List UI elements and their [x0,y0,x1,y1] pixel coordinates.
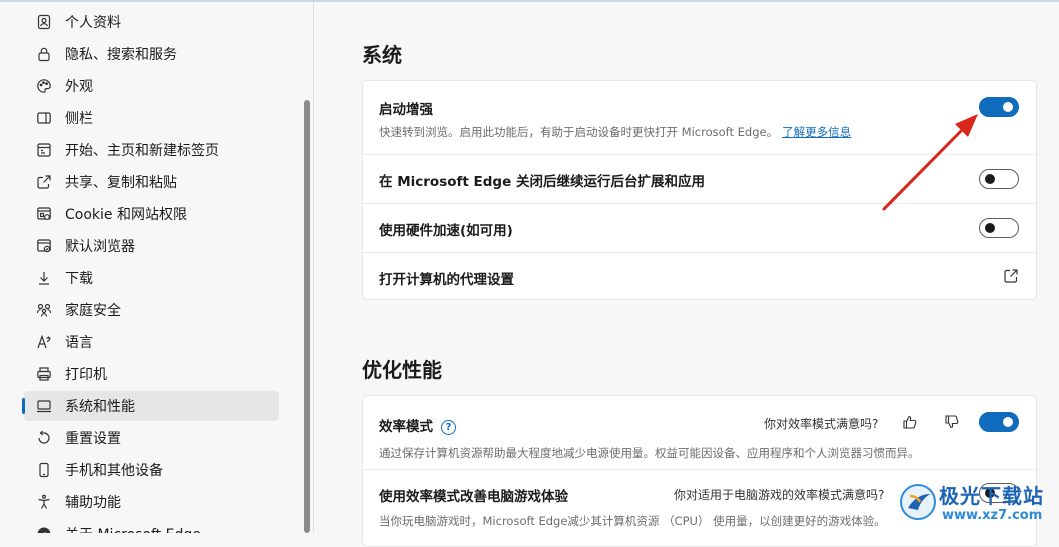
system-settings-card: 启动增强 快速转到浏览。启用此功能后，有助于启动设备时更快打开 Microsof… [362,80,1037,300]
sidebar-icon [35,109,53,127]
edge-icon [35,525,53,533]
toggle-knob [1003,102,1013,112]
gaming-feedback-question: 你对适用于电脑游戏的效率模式满意吗? [674,488,885,502]
sidebar-item-phone[interactable]: 手机和其他设备 [24,455,279,485]
startup-boost-title: 启动增强 [379,102,433,118]
watermark: 极光下载站 www.xz7.com [896,478,1059,530]
watermark-title: 极光下载站 [939,484,1044,508]
lock-icon [35,45,53,63]
sidebar-item-appearance[interactable]: 外观 [24,71,279,101]
sidebar-item-label: 家庭安全 [65,303,121,319]
download-icon [35,269,53,287]
sidebar-item-label: 打印机 [65,367,107,383]
help-icon[interactable]: ? [441,419,456,435]
sidebar-item-printer[interactable]: 打印机 [24,359,279,389]
sidebar-item-label: 共享、复制和粘贴 [65,175,177,191]
sidebar-item-accessibility[interactable]: 辅助功能 [24,487,279,517]
efficiency-feedback-question: 你对效率模式满意吗? [764,417,879,431]
sidebar-item-system[interactable]: 系统和性能 [22,391,279,421]
palette-icon [35,77,53,95]
sidebar-item-label: 侧栏 [65,111,93,127]
hardware-accel-title: 使用硬件加速(如可用) [379,223,513,239]
sidebar-item-label: Cookie 和网站权限 [65,207,187,223]
startup-boost-description: 快速转到浏览。启用此功能后，有助于启动设备时更快打开 Microsoft Edg… [379,124,851,140]
phone-icon [35,461,53,479]
reset-icon [35,429,53,447]
sidebar-item-label: 个人资料 [65,15,121,31]
printer-icon [35,365,53,383]
efficiency-mode-title-wrap: 效率模式? [379,415,456,435]
sidebar-item-start-home[interactable]: 开始、主页和新建标签页 [24,135,279,165]
sidebar-item-label: 开始、主页和新建标签页 [65,143,219,159]
external-link-icon[interactable] [1003,268,1019,284]
sidebar-item-label: 关于 Microsoft Edge [65,524,201,533]
sidebar-item-label: 手机和其他设备 [65,463,163,479]
efficiency-mode-title: 效率模式 [379,419,433,435]
sidebar-scrollbar-thumb[interactable] [304,100,310,533]
toggle-knob [985,223,995,233]
sidebar-item-reset[interactable]: 重置设置 [24,423,279,453]
watermark-logo-icon [900,484,936,520]
gaming-efficiency-description: 当你玩电脑游戏时，Microsoft Edge减少其计算机资源 （CPU） 使用… [379,514,886,528]
sidebar-item-label: 语言 [65,335,93,351]
startup-boost-toggle[interactable] [979,97,1019,117]
accessibility-icon [35,493,53,511]
learn-more-link[interactable]: 了解更多信息 [782,125,851,139]
proxy-settings-title: 打开计算机的代理设置 [379,272,514,288]
section-title-system: 系统 [362,43,402,67]
settings-sidebar: 个人资料 隐私、搜索和服务 外观 侧栏 开始、主页和新建标签页 共享、复制和粘贴 [0,2,314,533]
settings-main: 系统 启动增强 快速转到浏览。启用此功能后，有助于启动设备时更快打开 Micro… [314,2,1059,547]
hardware-accel-row: 使用硬件加速(如可用) [363,204,1036,252]
efficiency-mode-description: 通过保存计算机资源帮助最大程度地减少电源使用量。权益可能因设备、应用程序和个人浏… [379,446,920,460]
sidebar-item-language[interactable]: 语言 [24,327,279,357]
startup-boost-desc-text: 快速转到浏览。启用此功能后，有助于启动设备时更快打开 Microsoft Edg… [379,125,779,139]
sidebar-item-profile[interactable]: 个人资料 [24,7,279,37]
thumbs-up-icon[interactable] [902,414,918,430]
proxy-settings-row[interactable]: 打开计算机的代理设置 [363,253,1036,299]
system-icon [35,397,53,415]
site-permissions-icon [35,205,53,223]
watermark-url: www.xz7.com [942,508,1043,523]
sidebar-item-label: 辅助功能 [65,495,121,511]
background-run-title: 在 Microsoft Edge 关闭后继续运行后台扩展和应用 [379,174,705,190]
sidebar-item-about[interactable]: 关于 Microsoft Edge [24,519,279,533]
section-title-performance: 优化性能 [362,358,442,382]
sidebar-item-downloads[interactable]: 下载 [24,263,279,293]
sidebar-item-default-browser[interactable]: 默认浏览器 [24,231,279,261]
sidebar-item-share[interactable]: 共享、复制和粘贴 [24,167,279,197]
sidebar-item-label: 系统和性能 [65,399,135,415]
sidebar-item-label: 默认浏览器 [65,239,135,255]
efficiency-mode-toggle[interactable] [979,412,1019,432]
efficiency-mode-row: 效率模式? 你对效率模式满意吗? 通过保存计算机资源帮助最大程度地减少电源使用量… [363,396,1036,469]
language-icon [35,333,53,351]
sidebar-item-family[interactable]: 家庭安全 [24,295,279,325]
toggle-knob [985,174,995,184]
hardware-accel-toggle[interactable] [979,218,1019,238]
sidebar-item-label: 外观 [65,79,93,95]
thumbs-down-icon[interactable] [944,414,960,430]
background-run-row: 在 Microsoft Edge 关闭后继续运行后台扩展和应用 [363,155,1036,203]
profile-icon [35,13,53,31]
family-icon [35,301,53,319]
gaming-efficiency-title: 使用效率模式改善电脑游戏体验 [379,489,568,505]
sidebar-item-sidebar[interactable]: 侧栏 [24,103,279,133]
sidebar-item-cookies[interactable]: Cookie 和网站权限 [24,199,279,229]
default-browser-icon [35,237,53,255]
sidebar-item-label: 隐私、搜索和服务 [65,47,177,63]
toggle-knob [1003,417,1013,427]
sidebar-item-privacy[interactable]: 隐私、搜索和服务 [24,39,279,69]
home-page-icon [35,141,53,159]
background-run-toggle[interactable] [979,169,1019,189]
share-icon [35,173,53,191]
sidebar-item-label: 下载 [65,271,93,287]
sidebar-item-label: 重置设置 [65,431,121,447]
startup-boost-row: 启动增强 快速转到浏览。启用此功能后，有助于启动设备时更快打开 Microsof… [363,81,1036,154]
